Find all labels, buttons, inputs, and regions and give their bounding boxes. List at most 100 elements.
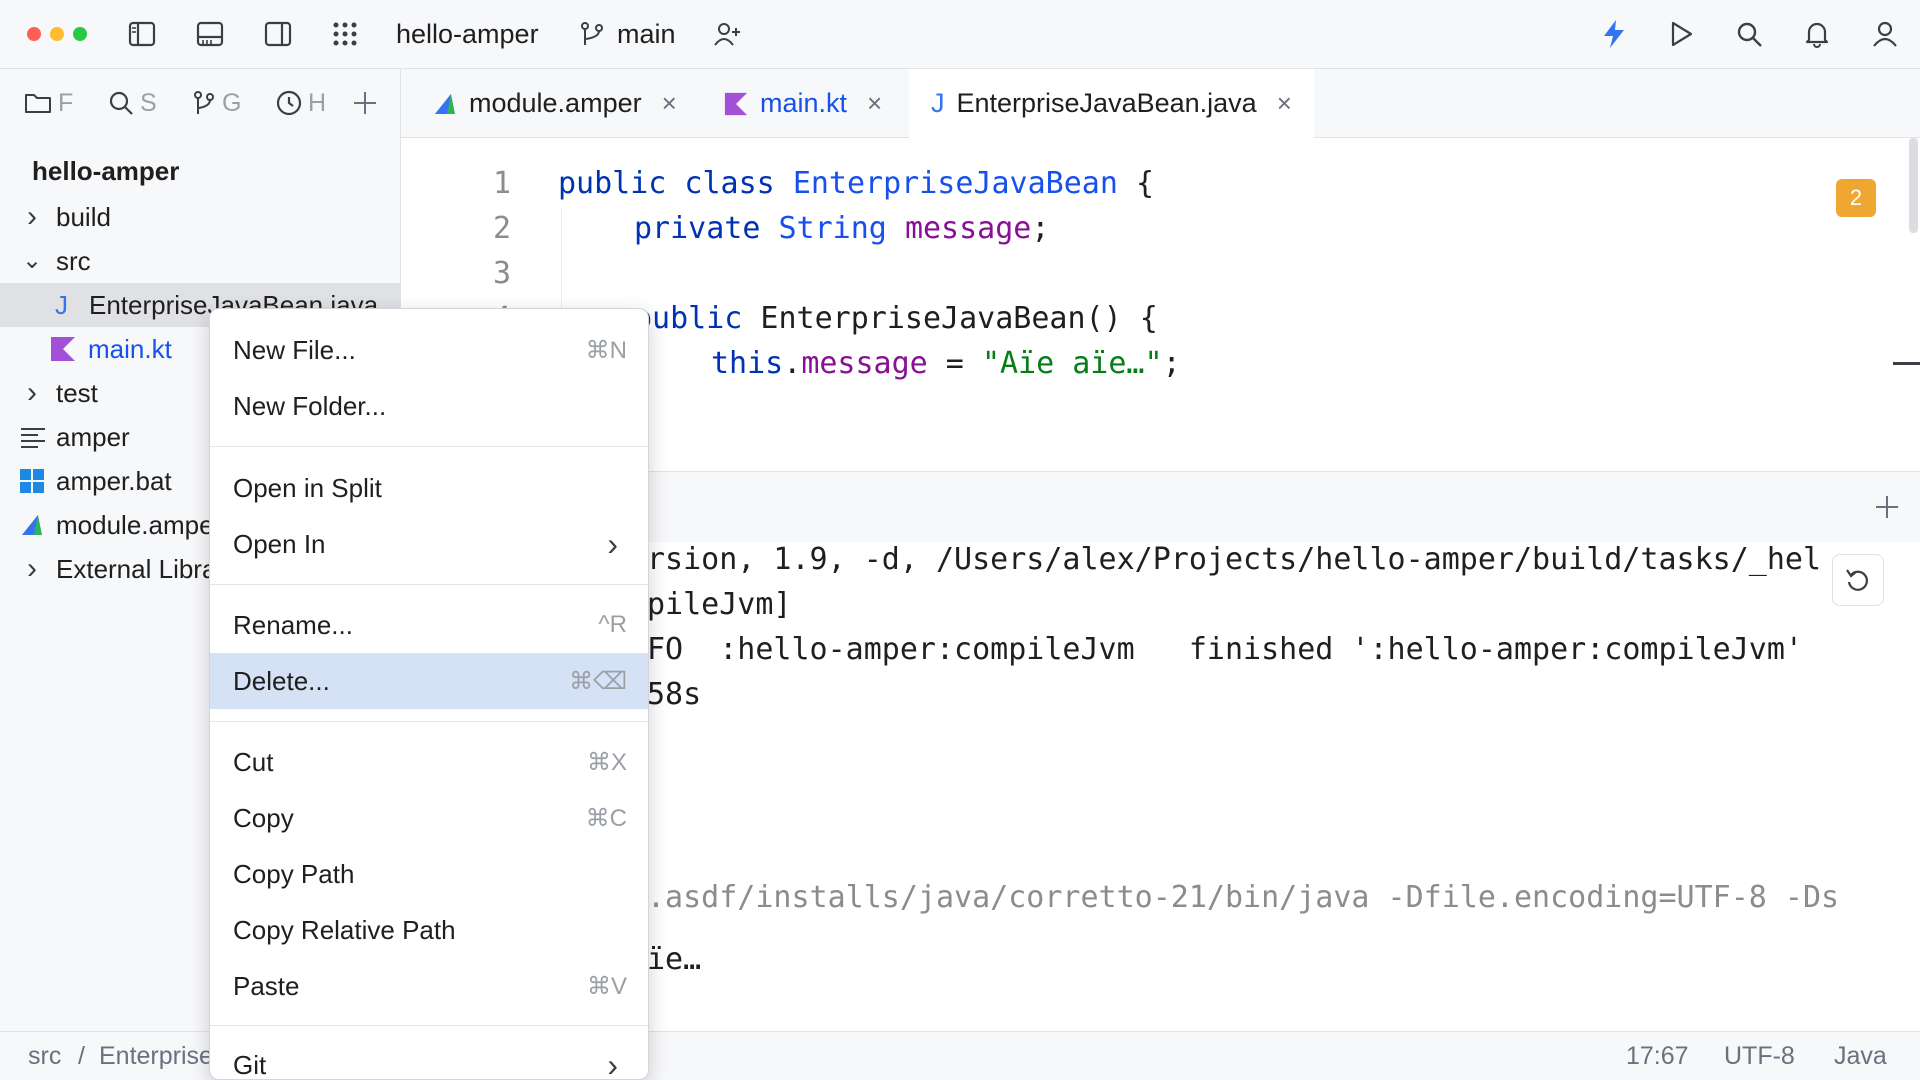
tab-label: module.amper bbox=[469, 88, 642, 118]
chevron-down-icon[interactable]: ⌄ bbox=[22, 248, 42, 272]
menu-item-open-in-split[interactable]: Open in Split bbox=[210, 460, 648, 516]
tree-item-label: module.amper bbox=[56, 509, 223, 540]
close-icon[interactable]: × bbox=[662, 88, 677, 119]
console-line: rsion, 1.9, -d, /Users/alex/Projects/hel… bbox=[647, 542, 1821, 577]
code-field: message bbox=[801, 346, 928, 381]
code-line-2: private String message; bbox=[634, 211, 1049, 246]
sidebar-left-icon[interactable] bbox=[122, 14, 162, 54]
tab-git-label: G bbox=[222, 88, 242, 117]
windows-icon bbox=[20, 469, 44, 493]
console-line: pileJvm] bbox=[647, 587, 792, 622]
context-menu: New File... ⌘N New Folder... Open in Spli… bbox=[209, 308, 649, 1080]
add-user-icon[interactable] bbox=[708, 14, 748, 54]
file-language[interactable]: Java bbox=[1834, 1042, 1887, 1071]
breadcrumb-file[interactable]: EnterpriseJavaBean.java bbox=[99, 1042, 209, 1071]
amper-icon bbox=[22, 515, 42, 535]
menu-item-new-file[interactable]: New File... ⌘N bbox=[210, 322, 648, 378]
chevron-right-icon[interactable]: › bbox=[22, 552, 42, 585]
account-icon[interactable] bbox=[1865, 14, 1905, 54]
menu-item-cut[interactable]: Cut ⌘X bbox=[210, 734, 648, 790]
git-branch-icon[interactable] bbox=[572, 14, 612, 54]
code-line-1: public class EnterpriseJavaBean { bbox=[558, 166, 1154, 201]
tab-enterprise-java-bean[interactable]: J EnterpriseJavaBean.java × bbox=[909, 69, 1314, 138]
branch-name[interactable]: main bbox=[617, 16, 676, 52]
code-punct: ; bbox=[1162, 346, 1181, 381]
bell-icon[interactable] bbox=[1797, 14, 1837, 54]
lightning-icon[interactable] bbox=[1594, 14, 1634, 54]
code-string: "Aïe aïe…" bbox=[981, 346, 1163, 381]
console-line: FO :hello-amper:compileJvm finished ':he… bbox=[647, 632, 1803, 667]
chevron-right-icon: › bbox=[607, 525, 618, 562]
tab-git[interactable]: G bbox=[192, 83, 241, 123]
menu-item-label: Cut bbox=[233, 746, 274, 777]
bottom-panel-icon[interactable] bbox=[190, 14, 230, 54]
menu-item-new-folder[interactable]: New Folder... bbox=[210, 378, 648, 434]
close-icon[interactable]: × bbox=[867, 88, 882, 119]
tree-root[interactable]: hello-amper bbox=[0, 149, 400, 193]
tab-add[interactable] bbox=[352, 83, 378, 123]
menu-item-shortcut: ⌘C bbox=[585, 804, 627, 832]
menu-item-label: New Folder... bbox=[233, 390, 387, 421]
chevron-right-icon[interactable]: › bbox=[22, 200, 42, 233]
menu-item-copy-path[interactable]: Copy Path bbox=[210, 846, 648, 902]
tab-label: EnterpriseJavaBean.java bbox=[956, 88, 1257, 118]
tab-module-amper[interactable]: module.amper × bbox=[411, 69, 699, 138]
menu-item-rename[interactable]: Rename... ^R bbox=[210, 597, 648, 653]
console-line: 58s bbox=[647, 677, 702, 712]
text-file-icon bbox=[21, 428, 45, 448]
code-punct: ; bbox=[1031, 211, 1050, 246]
menu-item-shortcut: ⌘N bbox=[585, 336, 627, 364]
apps-grid-icon[interactable] bbox=[325, 14, 365, 54]
tree-item-build[interactable]: › build bbox=[0, 195, 400, 239]
menu-item-git[interactable]: Git › bbox=[210, 1037, 648, 1080]
tab-files[interactable]: F bbox=[24, 83, 73, 123]
project-name[interactable]: hello-amper bbox=[396, 16, 539, 52]
amper-icon bbox=[435, 93, 455, 114]
error-stripe-marker[interactable] bbox=[1893, 362, 1920, 365]
menu-item-label: Git bbox=[233, 1049, 267, 1080]
tree-item-label: build bbox=[56, 201, 111, 232]
code-keyword: public class bbox=[558, 166, 775, 201]
tab-history[interactable]: H bbox=[276, 83, 326, 123]
tab-search-label: S bbox=[140, 88, 157, 117]
menu-item-label: Open In bbox=[233, 528, 326, 559]
code-keyword: private bbox=[634, 211, 761, 246]
editor-tab-bar: module.amper × main.kt × J EnterpriseJav… bbox=[401, 69, 1920, 138]
minimize-window-button[interactable] bbox=[50, 27, 64, 41]
code-field: message bbox=[904, 211, 1032, 246]
caret-position[interactable]: 17:67 bbox=[1626, 1042, 1689, 1071]
menu-item-shortcut: ^R bbox=[598, 611, 627, 638]
run-icon[interactable] bbox=[1661, 14, 1701, 54]
plus-icon[interactable] bbox=[1874, 494, 1900, 520]
sidebar-right-icon[interactable] bbox=[258, 14, 298, 54]
code-line-4: public EnterpriseJavaBean() { bbox=[634, 301, 1158, 336]
breadcrumb-separator: / bbox=[78, 1042, 85, 1070]
menu-item-label: Rename... bbox=[233, 609, 353, 640]
warning-badge[interactable]: 2 bbox=[1836, 179, 1876, 217]
menu-item-copy[interactable]: Copy ⌘C bbox=[210, 790, 648, 846]
git-icon bbox=[194, 91, 214, 114]
tab-main-kt[interactable]: main.kt × bbox=[702, 69, 904, 138]
close-icon[interactable]: × bbox=[1277, 88, 1292, 119]
menu-item-shortcut: ⌘X bbox=[586, 748, 627, 776]
tab-search[interactable]: S bbox=[108, 83, 157, 123]
menu-item-open-in[interactable]: Open In › bbox=[210, 516, 648, 572]
menu-item-paste[interactable]: Paste ⌘V bbox=[210, 958, 648, 1014]
close-window-button[interactable] bbox=[27, 27, 41, 41]
chevron-right-icon[interactable]: › bbox=[22, 376, 42, 409]
breadcrumb-src[interactable]: src bbox=[28, 1042, 61, 1071]
kotlin-icon bbox=[51, 337, 75, 361]
tab-history-label: H bbox=[308, 88, 327, 117]
maximize-window-button[interactable] bbox=[73, 27, 87, 41]
code-type: String bbox=[778, 211, 887, 246]
tree-item-src[interactable]: ⌄ src bbox=[0, 239, 400, 283]
search-icon[interactable] bbox=[1729, 14, 1769, 54]
menu-item-delete[interactable]: Delete... ⌘⌫ bbox=[210, 653, 648, 709]
menu-item-copy-relative-path[interactable]: Copy Relative Path bbox=[210, 902, 648, 958]
file-encoding[interactable]: UTF-8 bbox=[1724, 1042, 1795, 1071]
java-file-icon: J bbox=[55, 289, 68, 320]
menu-item-shortcut: ⌘V bbox=[586, 972, 627, 1000]
tab-label: main.kt bbox=[760, 88, 848, 118]
menu-item-label: Copy Path bbox=[233, 858, 355, 889]
scrollbar-thumb[interactable] bbox=[1909, 138, 1918, 233]
